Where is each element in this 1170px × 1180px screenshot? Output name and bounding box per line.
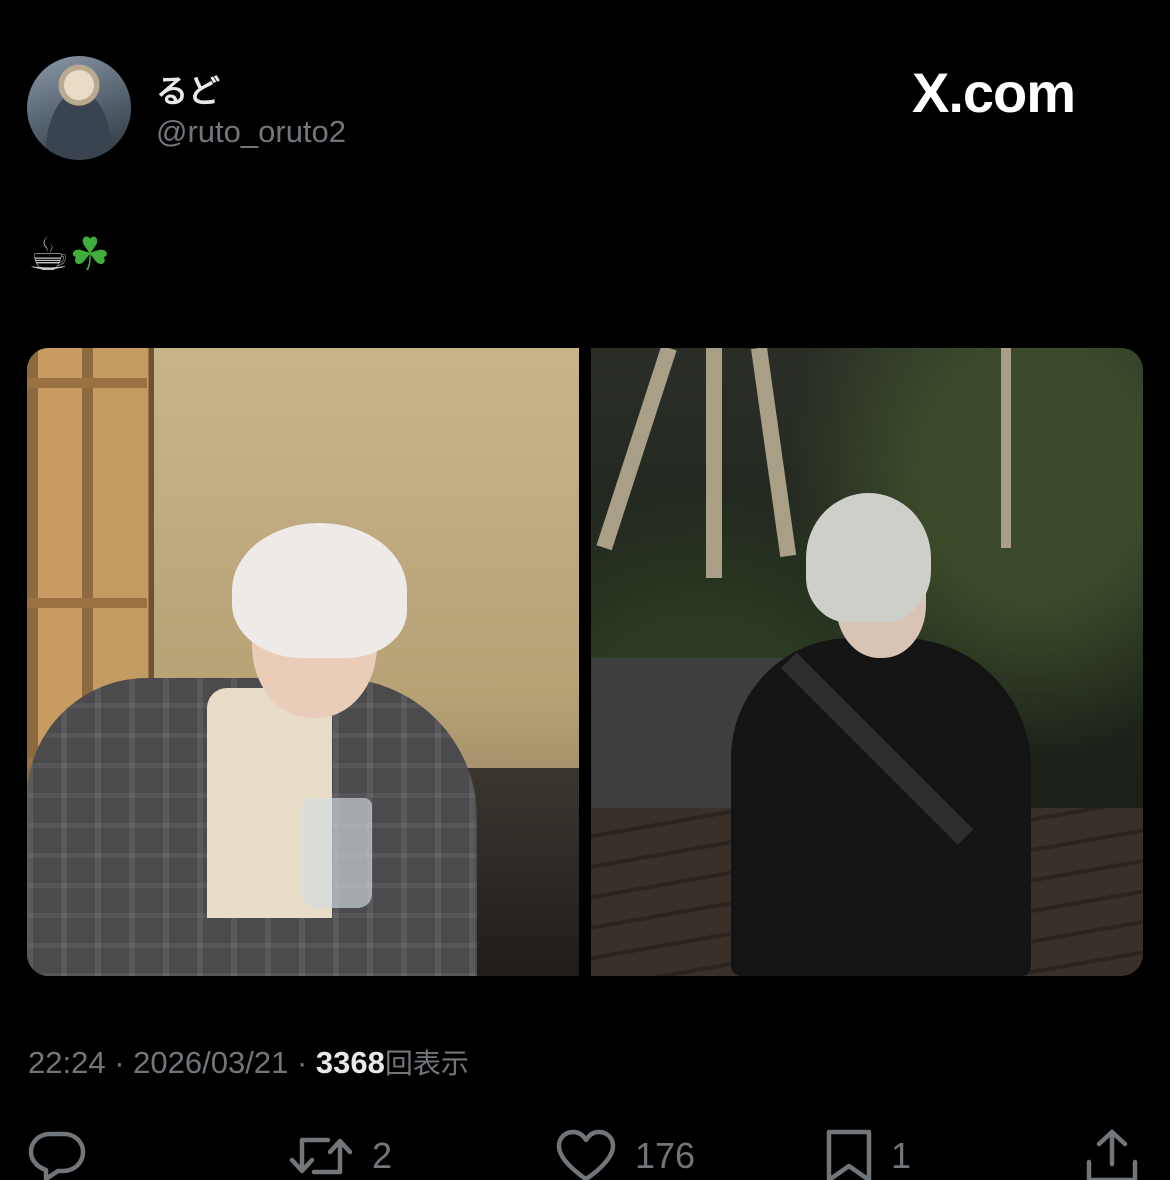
- post-screen: るど @ruto_oruto2 X.com ☕☘ 22:24 · 2026/03…: [0, 0, 1170, 1180]
- coffee-emoji-icon: ☕: [28, 227, 70, 281]
- post-meta: 22:24 · 2026/03/21 · 3368回表示: [28, 1042, 469, 1082]
- photo-garden-night[interactable]: [591, 348, 1143, 976]
- meta-separator: ·: [114, 1045, 125, 1080]
- views-label: 回表示: [384, 1047, 469, 1080]
- brand-logo: X.com: [912, 61, 1076, 124]
- post-date[interactable]: 2026/03/21: [133, 1045, 288, 1080]
- repost-button[interactable]: 2: [288, 1128, 392, 1180]
- share-icon: [1084, 1128, 1140, 1180]
- bookmark-count: 1: [891, 1135, 912, 1176]
- post-text: ☕☘: [28, 226, 111, 282]
- media-grid: [27, 348, 1143, 976]
- user-handle[interactable]: @ruto_oruto2: [156, 114, 346, 150]
- meta-separator: ·: [296, 1045, 308, 1080]
- share-button[interactable]: [1084, 1128, 1140, 1180]
- display-name[interactable]: るど: [156, 66, 220, 112]
- bookmark-icon: [825, 1128, 873, 1180]
- clover-emoji-icon: ☘: [69, 227, 111, 281]
- like-count: 176: [635, 1135, 696, 1176]
- like-button[interactable]: 176: [555, 1128, 695, 1180]
- photo-cafe[interactable]: [27, 348, 579, 976]
- views-count: 3368: [315, 1045, 385, 1080]
- reply-icon: [28, 1130, 86, 1180]
- repost-icon: [288, 1130, 354, 1180]
- reply-button[interactable]: [28, 1128, 86, 1180]
- avatar[interactable]: [27, 56, 131, 160]
- bookmark-button[interactable]: 1: [825, 1128, 911, 1180]
- post-time[interactable]: 22:24: [28, 1045, 106, 1080]
- like-icon: [555, 1129, 617, 1180]
- repost-count: 2: [372, 1135, 393, 1176]
